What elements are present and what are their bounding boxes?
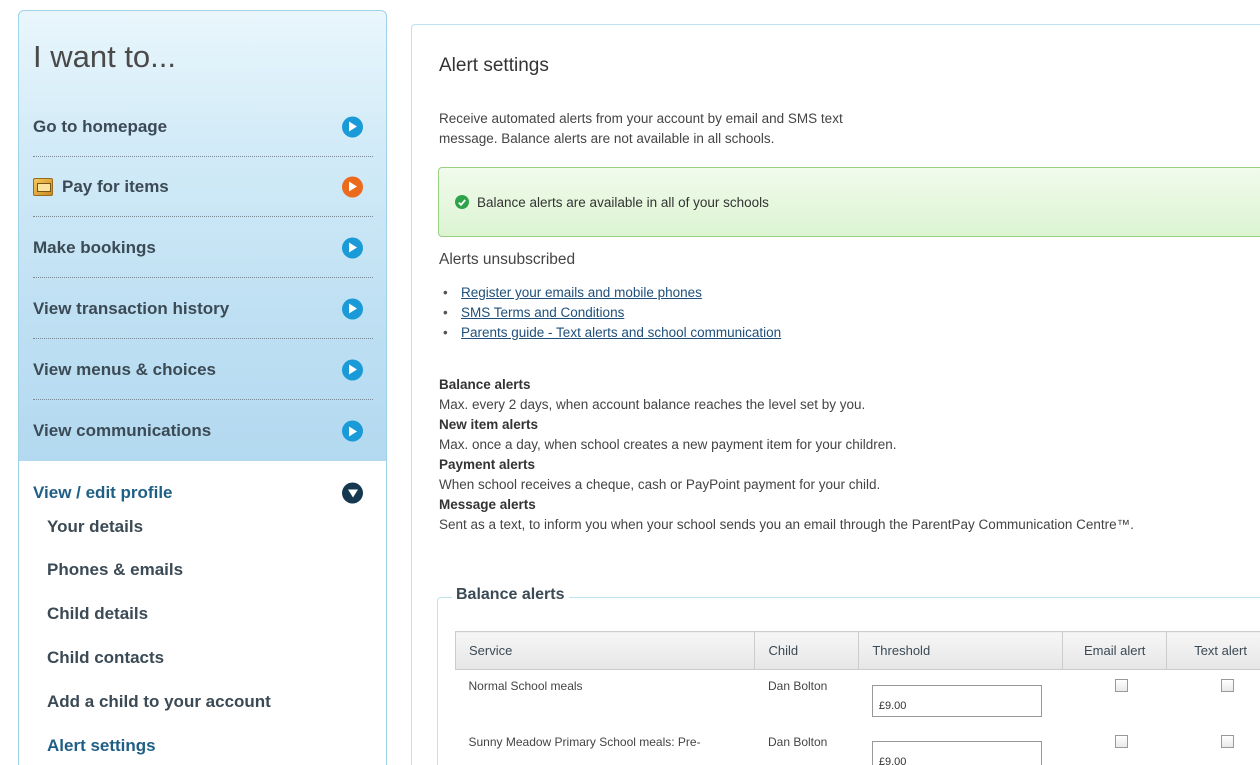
menu-item-homepage[interactable]: Go to homepage: [33, 97, 373, 157]
help-links: Register your emails and mobile phones S…: [441, 283, 781, 343]
play-arrow-icon: [342, 176, 363, 197]
list-item: SMS Terms and Conditions: [441, 303, 781, 323]
alerts-unsubscribed-heading: Alerts unsubscribed: [439, 251, 576, 268]
table-row: Normal School meals Dan Bolton £9.00: [456, 670, 1260, 726]
menu-item-label: Pay for items: [62, 176, 169, 196]
menu-item-transaction-history[interactable]: View transaction history: [33, 279, 373, 339]
balance-alerts-fieldset: Balance alerts Service Child Threshold E…: [437, 586, 1260, 765]
service-cell: Sunny Meadow Primary School meals: Pre-: [468, 734, 701, 749]
alert-type-text: Max. once a day, when school creates a n…: [439, 437, 897, 452]
threshold-cell: £9.00: [859, 670, 1063, 726]
email-alert-cell: [1063, 670, 1167, 726]
child-cell: Dan Bolton: [767, 734, 828, 749]
list-item: Parents guide - Text alerts and school c…: [441, 323, 781, 343]
threshold-cell: £9.00: [859, 726, 1063, 765]
text-alert-checkbox[interactable]: [1220, 734, 1234, 748]
intro-line: Receive automated alerts from your accou…: [439, 111, 843, 126]
sms-terms-link[interactable]: SMS Terms and Conditions: [461, 305, 624, 320]
check-icon: [455, 195, 469, 209]
email-alert-checkbox[interactable]: [1114, 679, 1128, 692]
table-row: Sunny Meadow Primary School meals: Pre- …: [456, 726, 1260, 765]
page-title: Alert settings: [439, 55, 549, 76]
list-item: Register your emails and mobile phones: [441, 283, 781, 303]
menu-item-menus[interactable]: View menus & choices: [33, 340, 373, 400]
sub-item-alert-settings[interactable]: Alert settings: [47, 736, 156, 756]
menu-item-edit-profile[interactable]: View / edit profile: [33, 473, 373, 513]
text-alert-cell: [1167, 670, 1260, 726]
menu-item-pay-for-items[interactable]: Pay for items: [33, 157, 373, 217]
sidebar: I want to... Go to homepage Pay for item…: [18, 10, 387, 765]
email-alert-checkbox[interactable]: [1114, 734, 1128, 748]
alert-type-heading: Balance alerts: [439, 377, 531, 392]
play-arrow-icon: [342, 237, 363, 258]
play-arrow-icon: [342, 298, 363, 319]
column-header-text-alert: Text alert: [1166, 631, 1260, 670]
alert-type-heading: New item alerts: [439, 417, 539, 432]
parents-guide-link[interactable]: Parents guide - Text alerts and school c…: [461, 325, 781, 340]
menu-item-label: View menus & choices: [33, 359, 216, 379]
text-alert-checkbox[interactable]: [1220, 679, 1234, 692]
menu-item-bookings[interactable]: Make bookings: [33, 218, 373, 278]
success-message: Balance alerts are available in all of y…: [477, 194, 769, 210]
menu-item-label: View transaction history: [33, 298, 230, 318]
sub-item-your-details[interactable]: Your details: [47, 517, 143, 537]
column-header-child: Child: [754, 631, 860, 670]
alert-type-text: Max. every 2 days, when account balance …: [439, 397, 866, 412]
sub-item-child-contacts[interactable]: Child contacts: [47, 648, 164, 668]
table-header-row: Service Child Threshold Email alert Text…: [454, 631, 1260, 670]
sidebar-title: I want to...: [33, 39, 177, 74]
column-header-threshold: Threshold: [858, 631, 1064, 670]
play-arrow-icon: [342, 359, 363, 380]
play-arrow-icon: [342, 116, 363, 137]
threshold-input[interactable]: £9.00: [871, 685, 1042, 717]
menu-item-label: Make bookings: [33, 237, 156, 257]
column-header-service: Service: [454, 631, 756, 670]
alert-type-heading: Payment alerts: [439, 457, 536, 472]
intro-line: message. Balance alerts are not availabl…: [439, 131, 775, 146]
balance-alerts-table: Service Child Threshold Email alert Text…: [454, 631, 1260, 765]
intro-text: Receive automated alerts from your accou…: [439, 109, 939, 149]
play-arrow-icon: [342, 420, 363, 442]
register-link[interactable]: Register your emails and mobile phones: [461, 285, 702, 300]
sub-item-phones-emails[interactable]: Phones & emails: [47, 560, 183, 580]
menu-item-label: View / edit profile: [33, 483, 173, 502]
success-message-box: Balance alerts are available in all of y…: [438, 167, 1260, 237]
threshold-input[interactable]: £9.00: [871, 740, 1042, 765]
sub-item-add-child[interactable]: Add a child to your account: [47, 692, 271, 712]
alert-type-text: Sent as a text, to inform you when your …: [439, 517, 1134, 532]
fieldset-legend: Balance alerts: [452, 586, 569, 604]
menu-item-communications[interactable]: View communications: [33, 401, 373, 461]
sub-item-child-details[interactable]: Child details: [47, 604, 148, 624]
alert-type-heading: Message alerts: [439, 497, 536, 512]
main-panel: Alert settings Receive automated alerts …: [411, 24, 1260, 765]
alert-type-text: When school receives a cheque, cash or P…: [439, 477, 881, 492]
menu-item-label: View communications: [33, 421, 212, 440]
service-cell: Normal School meals: [468, 679, 583, 693]
column-header-email-alert: Email alert: [1062, 631, 1168, 670]
chevron-down-icon: [342, 482, 363, 504]
email-alert-cell: [1063, 726, 1167, 765]
text-alert-cell: [1167, 726, 1260, 765]
alert-descriptions: Balance alerts Max. every 2 days, when a…: [439, 375, 1134, 535]
child-cell: Dan Bolton: [767, 679, 828, 693]
payment-icon: [33, 177, 53, 196]
menu-item-label: Go to homepage: [33, 116, 168, 136]
